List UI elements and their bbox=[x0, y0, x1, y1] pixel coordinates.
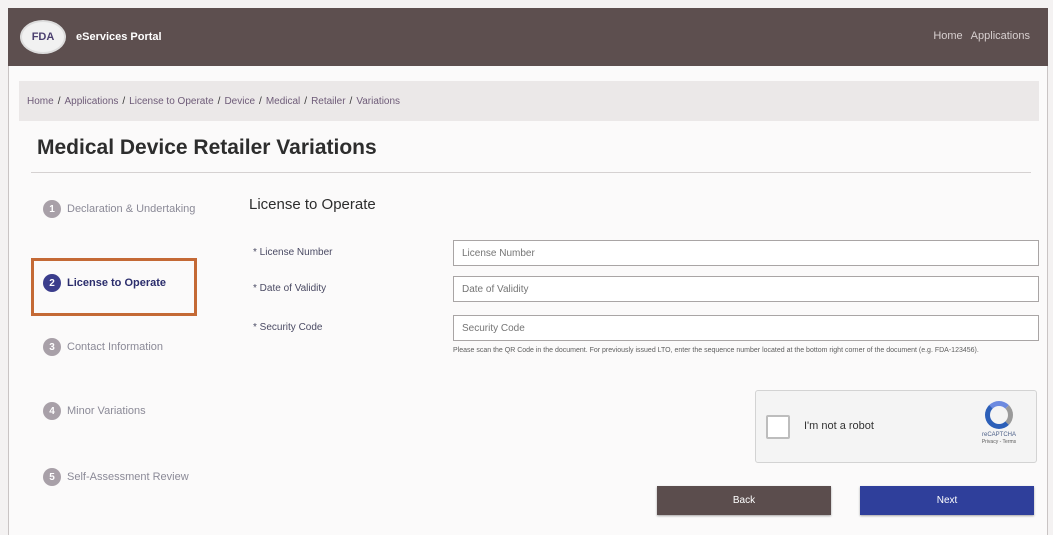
recaptcha-widget: I'm not a robot reCAPTCHA Privacy - Term… bbox=[755, 390, 1037, 463]
license-number-input[interactable] bbox=[453, 240, 1039, 266]
breadcrumb-home[interactable]: Home bbox=[27, 96, 54, 107]
back-button[interactable]: Back bbox=[657, 486, 831, 515]
license-number-label: * License Number bbox=[253, 247, 333, 258]
page-title: Medical Device Retailer Variations bbox=[37, 136, 377, 159]
breadcrumb-retailer[interactable]: Retailer bbox=[311, 96, 345, 107]
breadcrumb-device[interactable]: Device bbox=[224, 96, 255, 107]
main-panel: Home / Applications / License to Operate / … bbox=[8, 66, 1048, 535]
date-of-validity-label: * Date of Validity bbox=[253, 283, 327, 294]
nav-home-link[interactable]: Home bbox=[933, 30, 962, 42]
security-code-input[interactable] bbox=[453, 315, 1039, 341]
recaptcha-privacy-links[interactable]: Privacy - Terms bbox=[972, 439, 1026, 445]
step-label: License to Operate bbox=[67, 277, 167, 289]
step-minor-variations[interactable]: 4 Minor Variations bbox=[43, 402, 146, 420]
breadcrumb-license-to-operate[interactable]: License to Operate bbox=[129, 96, 214, 107]
fda-logo[interactable]: FDA bbox=[20, 20, 66, 54]
step-number: 4 bbox=[43, 402, 61, 420]
security-code-label: * Security Code bbox=[253, 322, 323, 333]
security-code-hint: Please scan the QR Code in the document.… bbox=[453, 347, 979, 354]
breadcrumb-separator: / bbox=[122, 95, 126, 107]
breadcrumb-separator: / bbox=[57, 95, 61, 107]
breadcrumb-variations: Variations bbox=[356, 95, 401, 107]
step-number: 3 bbox=[43, 338, 61, 356]
breadcrumb-separator: / bbox=[304, 95, 308, 107]
step-number: 2 bbox=[43, 274, 61, 292]
step-number: 5 bbox=[43, 468, 61, 486]
breadcrumb-separator: / bbox=[349, 95, 353, 107]
date-of-validity-input[interactable] bbox=[453, 276, 1039, 302]
recaptcha-logo: reCAPTCHA Privacy - Terms bbox=[972, 401, 1026, 445]
step-declaration-undertaking[interactable]: 1 Declaration & Undertaking bbox=[43, 200, 195, 218]
captcha-checkbox[interactable] bbox=[766, 415, 790, 439]
title-divider bbox=[31, 172, 1031, 173]
step-label: Minor Variations bbox=[67, 405, 146, 417]
top-nav-links: Home Applications bbox=[933, 30, 1030, 42]
top-navigation-bar: FDA eServices Portal Home Applications bbox=[8, 8, 1048, 66]
recaptcha-icon bbox=[985, 401, 1013, 429]
breadcrumb-separator: / bbox=[217, 95, 221, 107]
step-label: Declaration & Undertaking bbox=[67, 203, 196, 215]
breadcrumb-medical[interactable]: Medical bbox=[266, 96, 300, 107]
section-title: License to Operate bbox=[249, 196, 376, 213]
captcha-label: I'm not a robot bbox=[804, 420, 874, 432]
breadcrumb-separator: / bbox=[259, 95, 262, 107]
breadcrumb: Home / Applications / License to Operate / … bbox=[19, 81, 1039, 121]
nav-applications-link[interactable]: Applications bbox=[971, 30, 1030, 42]
step-contact-information[interactable]: 3 Contact Information bbox=[43, 338, 163, 356]
recaptcha-brand: reCAPTCHA bbox=[981, 432, 1016, 438]
step-self-assessment-review[interactable]: 5 Self-Assessment Review bbox=[43, 468, 189, 486]
breadcrumb-applications[interactable]: Applications bbox=[64, 96, 118, 107]
step-number: 1 bbox=[43, 200, 61, 218]
step-label: Self-Assessment Review bbox=[67, 471, 189, 483]
portal-title[interactable]: eServices Portal bbox=[76, 31, 162, 43]
next-button[interactable]: Next bbox=[860, 486, 1034, 515]
step-license-to-operate[interactable]: 2 License to Operate bbox=[43, 274, 166, 292]
step-label: Contact Information bbox=[67, 341, 163, 353]
